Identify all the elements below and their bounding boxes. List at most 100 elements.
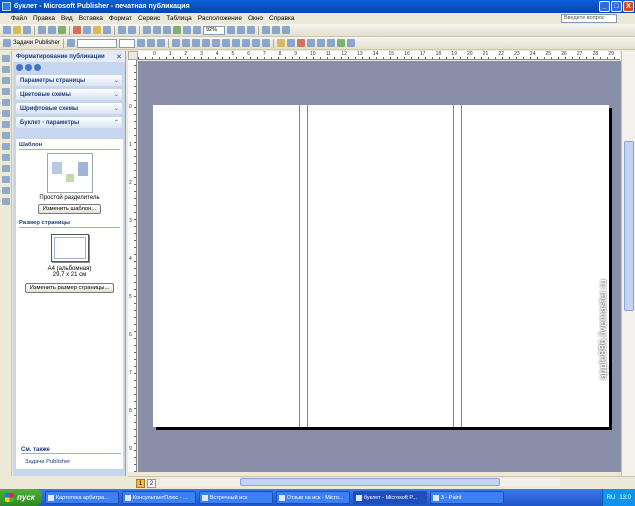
task-pane-icon[interactable] <box>3 39 11 47</box>
taskbar-item[interactable]: Картотека арбитра... <box>44 491 119 504</box>
horizontal-ruler[interactable]: 0 1 2 3 4 5 6 7 8 9 10 11 12 13 14 15 16 17 18 19 20 21 22 23 24… <box>138 51 620 60</box>
align-left-icon[interactable] <box>171 39 180 47</box>
columns-icon[interactable] <box>183 26 191 34</box>
align-right-icon[interactable] <box>191 39 200 47</box>
dash-style-icon[interactable] <box>316 39 325 47</box>
line-color-icon[interactable] <box>286 39 295 47</box>
select-objects-icon[interactable] <box>2 55 10 62</box>
menu-window[interactable]: Окно <box>245 15 266 22</box>
menu-table[interactable]: Таблица <box>163 15 195 22</box>
language-indicator[interactable]: RU <box>607 495 616 501</box>
home-icon[interactable] <box>34 63 41 71</box>
start-button[interactable]: пуск <box>0 489 42 506</box>
decrease-indent-icon[interactable] <box>231 39 240 47</box>
design-gallery-icon[interactable] <box>2 176 10 183</box>
menu-format[interactable]: Формат <box>106 15 135 22</box>
vertical-scroll-thumb[interactable] <box>624 141 634 311</box>
help-search-input[interactable]: Введите вопрос <box>561 14 617 23</box>
text-box-icon[interactable] <box>2 66 10 73</box>
copy-icon[interactable] <box>83 26 91 34</box>
line-style-icon[interactable] <box>306 39 315 47</box>
section-font-schemes[interactable]: Шрифтовые схемы ⌄ <box>16 103 122 114</box>
horizontal-scrollbar[interactable] <box>160 478 560 486</box>
group-icon[interactable] <box>262 26 270 34</box>
font-size-select[interactable] <box>118 38 135 48</box>
maximize-button[interactable]: □ <box>611 1 622 12</box>
rotate-icon[interactable] <box>163 26 171 34</box>
task-pane-close-icon[interactable]: ✕ <box>116 53 122 61</box>
bring-forward-icon[interactable] <box>143 26 151 34</box>
menu-tools[interactable]: Сервис <box>135 15 163 22</box>
menu-help[interactable]: Справка <box>266 15 298 22</box>
taskbar-item[interactable]: КонсультантПлюс - ... <box>121 491 196 504</box>
bullets-icon[interactable] <box>221 39 230 47</box>
insert-table-icon[interactable] <box>173 26 181 34</box>
menu-insert[interactable]: Вставка <box>76 15 106 22</box>
menu-view[interactable]: Вид <box>58 15 76 22</box>
line-tool-icon[interactable] <box>2 110 10 117</box>
redo-icon[interactable] <box>128 26 136 34</box>
change-template-button[interactable]: Изменить шаблон... <box>37 204 102 214</box>
arrow-tool-icon[interactable] <box>2 121 10 128</box>
template-thumbnail[interactable] <box>46 153 93 193</box>
italic-icon[interactable] <box>146 39 155 47</box>
fill-color-icon[interactable] <box>276 39 285 47</box>
oval-tool-icon[interactable] <box>2 132 10 139</box>
column-guide[interactable] <box>307 105 308 427</box>
justify-icon[interactable] <box>201 39 210 47</box>
new-icon[interactable] <box>3 26 11 34</box>
open-icon[interactable] <box>13 26 21 34</box>
3d-style-icon[interactable] <box>346 39 355 47</box>
cut-icon[interactable] <box>73 26 81 34</box>
spelling-icon[interactable] <box>58 26 66 34</box>
send-backward-icon[interactable] <box>153 26 161 34</box>
column-guide[interactable] <box>299 105 300 427</box>
print-preview-icon[interactable] <box>48 26 56 34</box>
section-color-schemes[interactable]: Цветовые схемы ⌄ <box>16 89 122 100</box>
wordart-icon[interactable] <box>2 88 10 95</box>
picture-frame-icon[interactable] <box>2 99 10 106</box>
zoom-in-icon[interactable] <box>237 26 245 34</box>
section-page-options[interactable]: Параметры страницы ⌄ <box>16 75 122 86</box>
html-fragment-icon[interactable] <box>2 198 10 205</box>
page-tab-2[interactable]: 2 <box>147 478 156 488</box>
print-icon[interactable] <box>38 26 46 34</box>
align-center-icon[interactable] <box>181 39 190 47</box>
back-icon[interactable] <box>16 63 23 71</box>
shadow-style-icon[interactable] <box>336 39 345 47</box>
distribute-icon[interactable] <box>282 26 290 34</box>
section-brochure-options[interactable]: Буклет - параметры ⌃ <box>16 117 122 128</box>
underline-icon[interactable] <box>156 39 165 47</box>
tray-clock[interactable]: 13:0 <box>619 495 631 501</box>
close-button[interactable]: X <box>623 1 634 12</box>
column-guide[interactable] <box>461 105 462 427</box>
page-tab-1[interactable]: 1 <box>136 478 145 488</box>
rectangle-tool-icon[interactable] <box>2 143 10 150</box>
font-select[interactable] <box>76 38 117 48</box>
page-size-thumbnail[interactable] <box>50 234 89 262</box>
format-painter-icon[interactable] <box>103 26 111 34</box>
numbering-icon[interactable] <box>211 39 220 47</box>
menu-edit[interactable]: Правка <box>30 15 58 22</box>
taskbar-item[interactable]: Встречный иск <box>198 491 273 504</box>
font-color-icon[interactable] <box>296 39 305 47</box>
publication-page[interactable] <box>153 105 609 427</box>
increase-font-icon[interactable] <box>261 39 270 47</box>
taskbar-item[interactable]: 3 - Paint <box>429 491 504 504</box>
hot-spot-icon[interactable] <box>2 165 10 172</box>
zoom-select[interactable]: 92% <box>203 25 225 35</box>
publisher-tasks-link[interactable]: Задачи Publisher <box>25 459 70 465</box>
taskbar-item[interactable]: Отзыв на иск - Micro... <box>275 491 350 504</box>
change-page-size-button[interactable]: Изменить размер страницы... <box>24 283 115 293</box>
help-icon[interactable] <box>247 26 255 34</box>
form-control-icon[interactable] <box>2 187 10 194</box>
align-icon[interactable] <box>272 26 280 34</box>
style-icon[interactable] <box>66 39 75 47</box>
column-guide[interactable] <box>453 105 454 427</box>
publisher-app-icon[interactable] <box>2 2 11 11</box>
publisher-tasks-button[interactable]: Задачи Publisher <box>13 40 60 46</box>
forward-icon[interactable] <box>25 63 32 71</box>
horizontal-scroll-thumb[interactable] <box>240 478 500 486</box>
save-icon[interactable] <box>23 26 31 34</box>
undo-icon[interactable] <box>118 26 126 34</box>
